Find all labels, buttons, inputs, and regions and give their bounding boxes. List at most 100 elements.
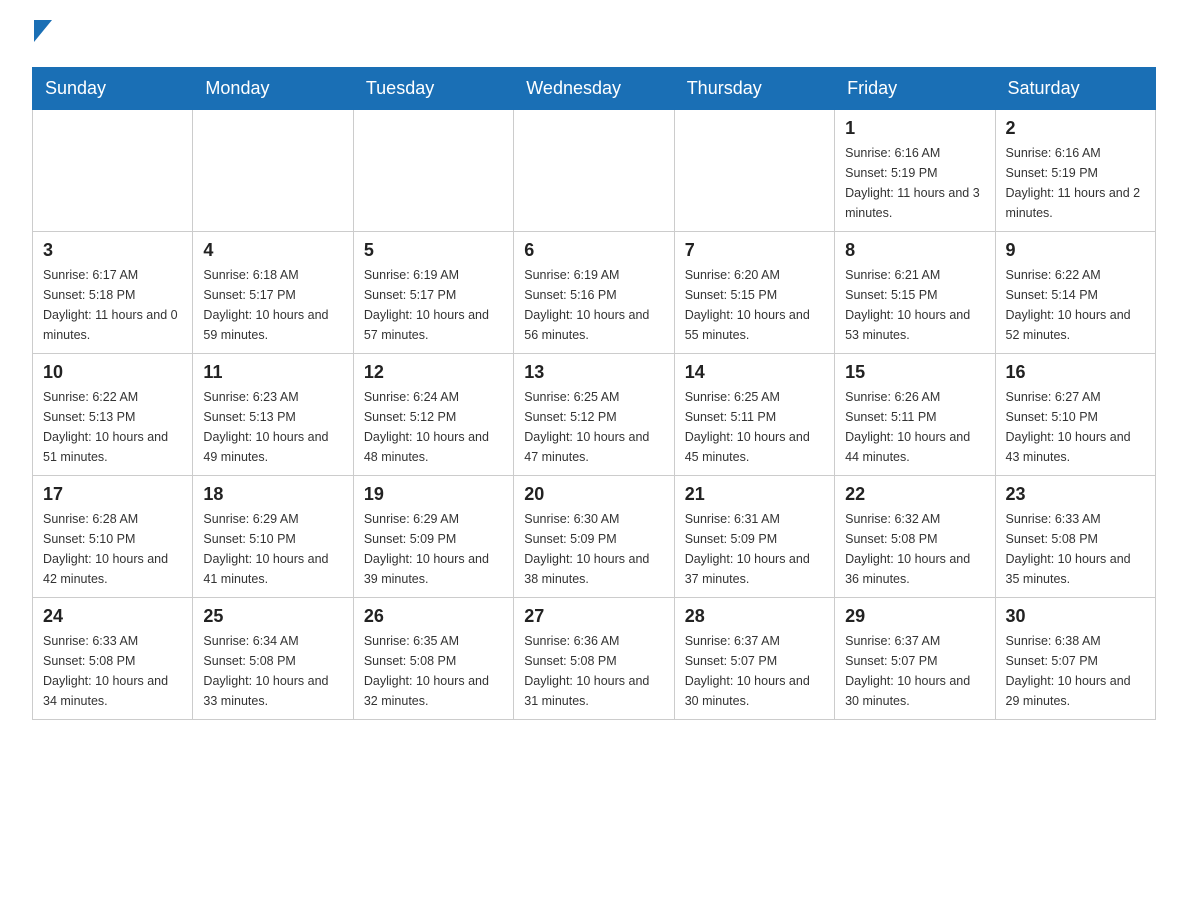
day-info: Sunrise: 6:25 AMSunset: 5:12 PMDaylight:…: [524, 387, 663, 467]
logo: [32, 24, 52, 47]
calendar-cell: 9Sunrise: 6:22 AMSunset: 5:14 PMDaylight…: [995, 232, 1155, 354]
calendar-cell: 26 Sunrise: 6:35 AMSunset: 5:08 PMDayligh…: [353, 598, 513, 720]
day-info: Sunrise: 6:29 AMSunset: 5:10 PMDaylight:…: [203, 509, 342, 589]
day-info: Sunrise: 6:22 AMSunset: 5:14 PMDaylight:…: [1006, 265, 1145, 345]
day-number: 8: [845, 240, 984, 261]
calendar-day-header: Monday: [193, 68, 353, 110]
calendar-week-row: 3 Sunrise: 6:17 AMSunset: 5:18 PMDaylight…: [33, 232, 1156, 354]
day-info: Sunrise: 6:38 AMSunset: 5:07 PMDaylight:…: [1006, 631, 1145, 711]
calendar-cell: 22 Sunrise: 6:32 AMSunset: 5:08 PMDayligh…: [835, 476, 995, 598]
day-number: 2: [1006, 118, 1145, 139]
calendar-header-row: SundayMondayTuesdayWednesdayThursdayFrid…: [33, 68, 1156, 110]
calendar-day-header: Thursday: [674, 68, 834, 110]
calendar-cell: 3 Sunrise: 6:17 AMSunset: 5:18 PMDaylight…: [33, 232, 193, 354]
day-number: 24: [43, 606, 182, 627]
logo-arrow-icon: [34, 20, 52, 47]
calendar-cell: 4 Sunrise: 6:18 AMSunset: 5:17 PMDaylight…: [193, 232, 353, 354]
day-number: 14: [685, 362, 824, 383]
day-number: 23: [1006, 484, 1145, 505]
calendar-cell: 20 Sunrise: 6:30 AMSunset: 5:09 PMDayligh…: [514, 476, 674, 598]
calendar-cell: 18 Sunrise: 6:29 AMSunset: 5:10 PMDayligh…: [193, 476, 353, 598]
calendar-day-header: Saturday: [995, 68, 1155, 110]
calendar-cell: [514, 110, 674, 232]
day-info: Sunrise: 6:37 AMSunset: 5:07 PMDaylight:…: [845, 631, 984, 711]
day-info: Sunrise: 6:19 AMSunset: 5:16 PMDaylight:…: [524, 265, 663, 345]
calendar-cell: 8 Sunrise: 6:21 AMSunset: 5:15 PMDaylight…: [835, 232, 995, 354]
day-info: Sunrise: 6:16 AMSunset: 5:19 PMDaylight:…: [1006, 143, 1145, 223]
calendar-cell: 17Sunrise: 6:28 AMSunset: 5:10 PMDayligh…: [33, 476, 193, 598]
calendar-table: SundayMondayTuesdayWednesdayThursdayFrid…: [32, 67, 1156, 720]
calendar-week-row: 10 Sunrise: 6:22 AMSunset: 5:13 PMDayligh…: [33, 354, 1156, 476]
calendar-cell: 23 Sunrise: 6:33 AMSunset: 5:08 PMDayligh…: [995, 476, 1155, 598]
calendar-cell: 19 Sunrise: 6:29 AMSunset: 5:09 PMDayligh…: [353, 476, 513, 598]
day-info: Sunrise: 6:18 AMSunset: 5:17 PMDaylight:…: [203, 265, 342, 345]
calendar-cell: 30 Sunrise: 6:38 AMSunset: 5:07 PMDayligh…: [995, 598, 1155, 720]
day-number: 4: [203, 240, 342, 261]
calendar-cell: 27 Sunrise: 6:36 AMSunset: 5:08 PMDayligh…: [514, 598, 674, 720]
day-number: 19: [364, 484, 503, 505]
day-number: 28: [685, 606, 824, 627]
day-info: Sunrise: 6:23 AMSunset: 5:13 PMDaylight:…: [203, 387, 342, 467]
day-number: 30: [1006, 606, 1145, 627]
day-info: Sunrise: 6:25 AMSunset: 5:11 PMDaylight:…: [685, 387, 824, 467]
day-number: 17: [43, 484, 182, 505]
day-number: 1: [845, 118, 984, 139]
day-info: Sunrise: 6:30 AMSunset: 5:09 PMDaylight:…: [524, 509, 663, 589]
calendar-week-row: 24 Sunrise: 6:33 AMSunset: 5:08 PMDayligh…: [33, 598, 1156, 720]
day-info: Sunrise: 6:33 AMSunset: 5:08 PMDaylight:…: [1006, 509, 1145, 589]
calendar-cell: 13 Sunrise: 6:25 AMSunset: 5:12 PMDayligh…: [514, 354, 674, 476]
calendar-cell: 11 Sunrise: 6:23 AMSunset: 5:13 PMDayligh…: [193, 354, 353, 476]
day-info: Sunrise: 6:24 AMSunset: 5:12 PMDaylight:…: [364, 387, 503, 467]
day-info: Sunrise: 6:21 AMSunset: 5:15 PMDaylight:…: [845, 265, 984, 345]
day-number: 18: [203, 484, 342, 505]
day-number: 22: [845, 484, 984, 505]
day-number: 11: [203, 362, 342, 383]
calendar-cell: 29Sunrise: 6:37 AMSunset: 5:07 PMDayligh…: [835, 598, 995, 720]
calendar-cell: [33, 110, 193, 232]
day-info: Sunrise: 6:20 AMSunset: 5:15 PMDaylight:…: [685, 265, 824, 345]
day-number: 5: [364, 240, 503, 261]
calendar-cell: 5 Sunrise: 6:19 AMSunset: 5:17 PMDaylight…: [353, 232, 513, 354]
day-number: 7: [685, 240, 824, 261]
calendar-week-row: 17Sunrise: 6:28 AMSunset: 5:10 PMDayligh…: [33, 476, 1156, 598]
calendar-cell: 14 Sunrise: 6:25 AMSunset: 5:11 PMDayligh…: [674, 354, 834, 476]
day-info: Sunrise: 6:29 AMSunset: 5:09 PMDaylight:…: [364, 509, 503, 589]
day-info: Sunrise: 6:27 AMSunset: 5:10 PMDaylight:…: [1006, 387, 1145, 467]
day-info: Sunrise: 6:33 AMSunset: 5:08 PMDaylight:…: [43, 631, 182, 711]
day-info: Sunrise: 6:22 AMSunset: 5:13 PMDaylight:…: [43, 387, 182, 467]
calendar-cell: 7 Sunrise: 6:20 AMSunset: 5:15 PMDaylight…: [674, 232, 834, 354]
day-number: 21: [685, 484, 824, 505]
calendar-cell: 16Sunrise: 6:27 AMSunset: 5:10 PMDayligh…: [995, 354, 1155, 476]
calendar-day-header: Wednesday: [514, 68, 674, 110]
day-info: Sunrise: 6:17 AMSunset: 5:18 PMDaylight:…: [43, 265, 182, 345]
calendar-cell: 12 Sunrise: 6:24 AMSunset: 5:12 PMDayligh…: [353, 354, 513, 476]
calendar-day-header: Sunday: [33, 68, 193, 110]
calendar-cell: 28Sunrise: 6:37 AMSunset: 5:07 PMDayligh…: [674, 598, 834, 720]
calendar-cell: 2 Sunrise: 6:16 AMSunset: 5:19 PMDaylight…: [995, 110, 1155, 232]
calendar-cell: [193, 110, 353, 232]
day-info: Sunrise: 6:16 AMSunset: 5:19 PMDaylight:…: [845, 143, 984, 223]
calendar-day-header: Friday: [835, 68, 995, 110]
day-info: Sunrise: 6:19 AMSunset: 5:17 PMDaylight:…: [364, 265, 503, 345]
day-number: 27: [524, 606, 663, 627]
day-info: Sunrise: 6:32 AMSunset: 5:08 PMDaylight:…: [845, 509, 984, 589]
calendar-cell: 21Sunrise: 6:31 AMSunset: 5:09 PMDayligh…: [674, 476, 834, 598]
day-number: 10: [43, 362, 182, 383]
calendar-cell: 25Sunrise: 6:34 AMSunset: 5:08 PMDayligh…: [193, 598, 353, 720]
calendar-cell: 10 Sunrise: 6:22 AMSunset: 5:13 PMDayligh…: [33, 354, 193, 476]
day-number: 13: [524, 362, 663, 383]
day-number: 3: [43, 240, 182, 261]
day-number: 26: [364, 606, 503, 627]
calendar-cell: [353, 110, 513, 232]
day-number: 12: [364, 362, 503, 383]
day-number: 20: [524, 484, 663, 505]
calendar-cell: 1 Sunrise: 6:16 AMSunset: 5:19 PMDaylight…: [835, 110, 995, 232]
day-number: 15: [845, 362, 984, 383]
day-info: Sunrise: 6:36 AMSunset: 5:08 PMDaylight:…: [524, 631, 663, 711]
day-number: 25: [203, 606, 342, 627]
calendar-cell: 6Sunrise: 6:19 AMSunset: 5:16 PMDaylight…: [514, 232, 674, 354]
day-info: Sunrise: 6:35 AMSunset: 5:08 PMDaylight:…: [364, 631, 503, 711]
calendar-day-header: Tuesday: [353, 68, 513, 110]
calendar-cell: 24 Sunrise: 6:33 AMSunset: 5:08 PMDayligh…: [33, 598, 193, 720]
day-info: Sunrise: 6:26 AMSunset: 5:11 PMDaylight:…: [845, 387, 984, 467]
